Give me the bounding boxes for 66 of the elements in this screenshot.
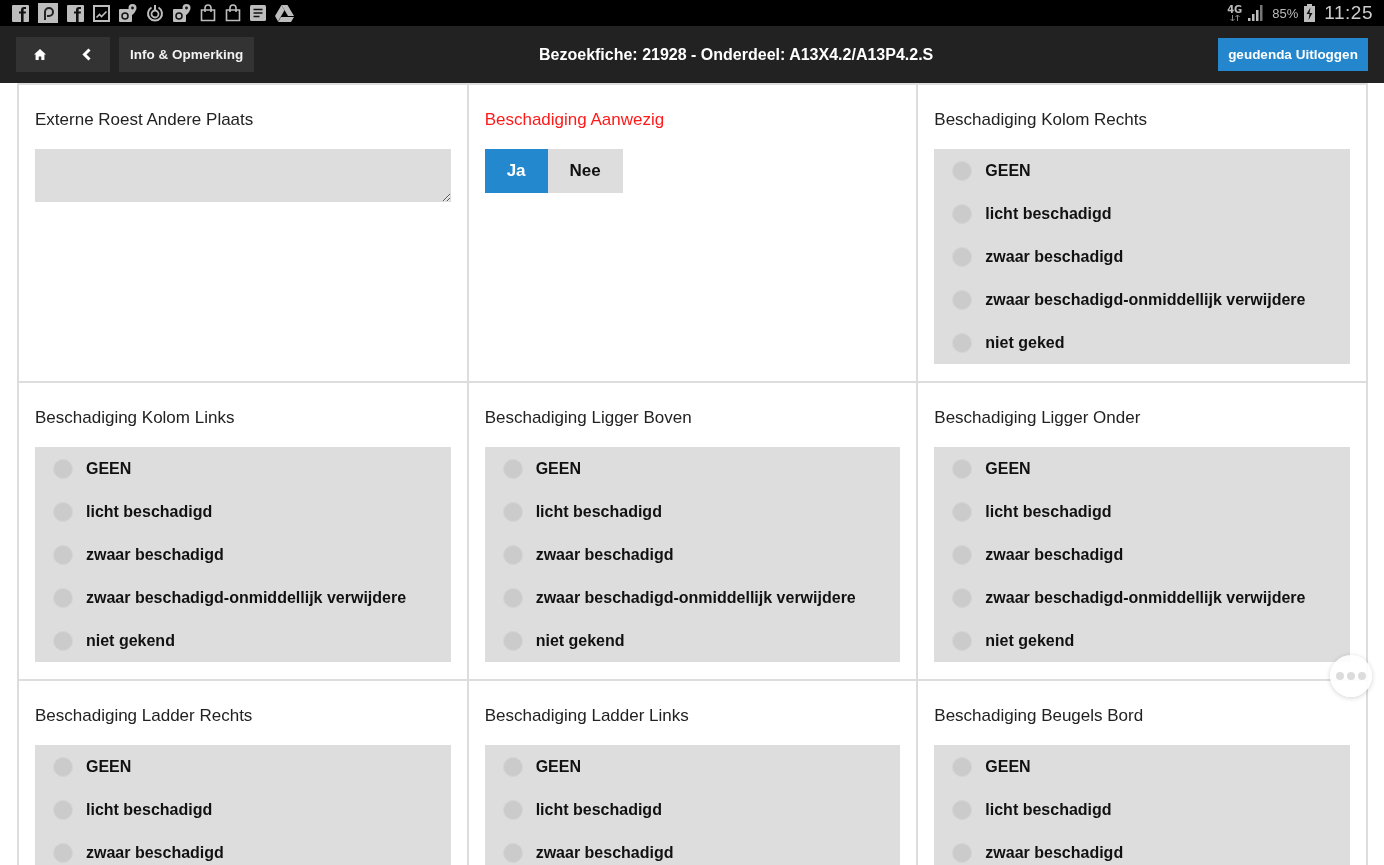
network-type: 4G xyxy=(1227,5,1243,15)
option-label: GEEN xyxy=(985,757,1031,776)
map-pin-icon xyxy=(173,4,191,22)
triangle-logo-icon xyxy=(275,4,294,22)
p-logo-icon xyxy=(38,3,58,23)
option-label: licht beschadigd xyxy=(985,204,1112,223)
option-label: zwaar beschadigd xyxy=(535,545,674,564)
logout-button[interactable]: geudenda Uitloggen xyxy=(1218,38,1368,71)
signal-icon xyxy=(1248,5,1265,21)
option-label: zwaar beschadigd-onmiddellijk verwijdere xyxy=(535,588,856,607)
option-label: zwaar beschadigd-onmiddellijk verwijdere xyxy=(985,588,1306,607)
info-button[interactable]: Info & Opmerking xyxy=(119,37,255,72)
option-label: licht beschadigd xyxy=(86,800,213,819)
option-label: niet gekend xyxy=(86,631,175,650)
option-label: GEEN xyxy=(86,757,132,776)
option-label: zwaar beschadigd-onmiddellijk verwijdere xyxy=(86,588,407,607)
option-label: niet gekend xyxy=(985,631,1075,650)
shopping-bag-icon xyxy=(200,4,216,22)
home-button[interactable] xyxy=(16,37,63,72)
option-label: niet geked xyxy=(985,333,1065,352)
chevron-left-icon xyxy=(82,48,91,61)
field-label: Beschadiging Ladder Links xyxy=(484,705,690,727)
home-icon xyxy=(33,49,46,60)
option-label: zwaar beschadigd xyxy=(86,843,224,862)
text-area-field[interactable] xyxy=(35,149,451,202)
option-label: licht beschadigd xyxy=(86,502,213,521)
field-label: Beschadiging Ligger Boven xyxy=(484,407,693,429)
field-label: Beschadiging Ligger Onder xyxy=(934,407,1142,429)
field-label: Beschadiging Kolom Rechts xyxy=(934,109,1148,131)
power-icon xyxy=(146,4,164,22)
shopping-bag-icon xyxy=(225,4,241,22)
field-label: Beschadiging Beugels Bord xyxy=(934,705,1145,727)
map-pin-icon xyxy=(119,4,137,22)
option-label: zwaar beschadigd xyxy=(985,843,1124,862)
option-label: GEEN xyxy=(535,459,581,478)
option-label: GEEN xyxy=(985,161,1031,180)
toggle-button[interactable]: Ja xyxy=(484,149,548,193)
option-label: zwaar beschadigd xyxy=(985,247,1124,266)
page-title: Bezoekfiche: 21928 - Onderdeel: A13X4.2/A13P4.2.S xyxy=(538,45,935,64)
field-label: Externe Roest Andere Plaats xyxy=(35,109,255,131)
field-label: Beschadiging Kolom Links xyxy=(35,407,236,429)
battery-charging-icon xyxy=(1304,4,1316,22)
option-label: licht beschadigd xyxy=(535,502,662,521)
option-label: licht beschadigd xyxy=(985,502,1112,521)
option-label: GEEN xyxy=(535,757,581,776)
f-logo-icon xyxy=(67,4,84,22)
toggle-button[interactable]: Nee xyxy=(547,149,623,193)
option-label: GEEN xyxy=(86,459,132,478)
document-icon xyxy=(250,5,266,21)
clock-time: 11:25 xyxy=(1324,2,1373,24)
option-label: licht beschadigd xyxy=(535,800,662,819)
chart-image-icon xyxy=(93,4,110,22)
field-label: Beschadiging Aanwezig xyxy=(484,109,666,131)
data-arrows-icon xyxy=(1229,15,1240,21)
back-button[interactable] xyxy=(63,37,110,72)
field-label: Beschadiging Ladder Rechts xyxy=(35,705,254,727)
option-label: zwaar beschadigd xyxy=(86,545,224,564)
option-label: zwaar beschadigd-onmiddellijk verwijdere xyxy=(985,290,1306,309)
f-logo-icon xyxy=(12,4,29,22)
option-label: niet gekend xyxy=(535,631,625,650)
option-label: zwaar beschadigd xyxy=(535,843,674,862)
dots-icon xyxy=(1336,672,1366,680)
option-label: zwaar beschadigd xyxy=(985,545,1124,564)
battery-percentage: 85% xyxy=(1272,5,1299,21)
option-label: GEEN xyxy=(985,459,1031,478)
option-label: licht beschadigd xyxy=(985,800,1112,819)
